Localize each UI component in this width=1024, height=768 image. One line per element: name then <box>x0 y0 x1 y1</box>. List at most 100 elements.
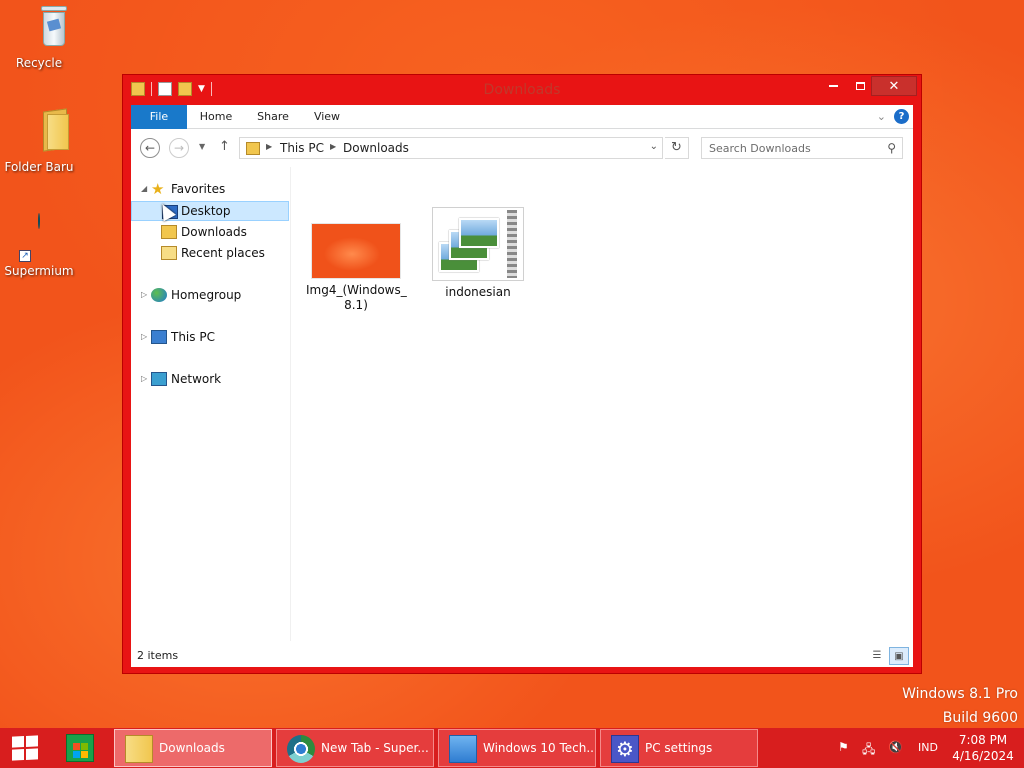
volume-muted-icon[interactable]: 🔇 <box>888 740 903 754</box>
large-icons-view-icon: ▣ <box>894 651 904 662</box>
tree-item-downloads[interactable]: Downloads <box>131 222 289 242</box>
recent-places-icon <box>161 246 177 260</box>
search-icon: ⚲ <box>887 141 896 155</box>
desktop-icon-folder-baru[interactable]: Folder Baru <box>1 108 77 174</box>
arrow-right-icon: → <box>173 141 185 155</box>
tree-item-desktop[interactable]: Desktop <box>131 201 289 221</box>
help-icon[interactable]: ? <box>894 109 909 124</box>
shortcut-arrow-icon: ↗ <box>19 250 31 262</box>
explorer-window: ▼ Downloads ✕ File Home Share View ⌄ ? ←… <box>122 74 922 674</box>
minimize-icon <box>828 84 838 87</box>
chevron-right-icon[interactable]: ▶ <box>330 142 336 151</box>
action-center-flag-icon[interactable]: ⚑ <box>838 740 849 754</box>
large-icons-view-button[interactable]: ▣ <box>889 647 909 665</box>
close-icon: ✕ <box>888 79 900 94</box>
taskbar-button-downloads[interactable]: Downloads <box>114 729 272 767</box>
taskbar-button-windows-10-tech[interactable]: Windows 10 Tech... <box>438 729 596 767</box>
forward-button[interactable]: → <box>169 138 189 158</box>
tab-view[interactable]: View <box>307 105 347 129</box>
tab-home[interactable]: Home <box>193 105 239 129</box>
desktop-icon-supermium[interactable]: ↗ Supermium <box>1 213 77 278</box>
desktop-icon-label: Supermium <box>4 264 74 278</box>
taskbar: Downloads New Tab - Super... Windows 10 … <box>0 728 1024 768</box>
window-title: Downloads <box>483 82 561 98</box>
item-count: 2 items <box>137 649 179 662</box>
store-icon <box>66 734 94 762</box>
file-name: indonesian <box>445 285 511 299</box>
explorer-body: File Home Share View ⌄ ? ← → ▼ ↑ ▶ This … <box>131 105 913 667</box>
refresh-icon: ↻ <box>671 140 682 155</box>
file-explorer-icon <box>125 735 153 763</box>
search-input[interactable] <box>702 138 872 158</box>
ribbon: File Home Share View ⌄ ? <box>131 105 913 129</box>
tab-file[interactable]: File <box>131 105 187 129</box>
navigation-bar: ← → ▼ ↑ ▶ This PC ▶ Downloads ⌄ ↻ ⚲ <box>131 129 913 165</box>
tree-item-this-pc[interactable]: ▷ This PC <box>131 327 289 347</box>
title-bar[interactable]: ▼ Downloads ✕ <box>123 75 921 105</box>
gear-icon: ⚙ <box>611 735 639 763</box>
star-icon: ★ <box>151 180 165 198</box>
status-bar: 2 items ☰ ▣ <box>131 645 913 667</box>
file-name: Img4_(Windows_ 8.1) <box>306 283 407 312</box>
minimize-button[interactable] <box>819 76 847 96</box>
arrow-left-icon: ← <box>144 141 156 155</box>
recycle-bin-icon <box>19 6 67 52</box>
details-view-icon: ☰ <box>872 650 882 661</box>
up-button[interactable]: ↑ <box>219 139 230 154</box>
collapse-arrow-icon[interactable]: ◢ <box>141 179 147 199</box>
windows-update-icon <box>449 735 477 763</box>
system-tray: ⚑ 🖧 🔇 IND 7:08 PM 4/16/2024 <box>834 728 1024 768</box>
os-version-watermark: Windows 8.1 Pro <box>902 686 1018 702</box>
desktop-icon-label: Recycle <box>15 56 63 70</box>
details-view-button[interactable]: ☰ <box>867 647 887 665</box>
taskbar-button-pc-settings[interactable]: ⚙ PC settings <box>600 729 758 767</box>
chevron-right-icon[interactable]: ▶ <box>266 142 272 151</box>
tree-item-network[interactable]: ▷ Network <box>131 369 289 389</box>
search-box[interactable]: ⚲ <box>701 137 903 159</box>
taskbar-button-supermium[interactable]: New Tab - Super... <box>276 729 434 767</box>
tab-share[interactable]: Share <box>251 105 295 129</box>
arrow-up-icon: ↑ <box>219 139 230 154</box>
tree-item-homegroup[interactable]: ▷ Homegroup <box>131 285 289 305</box>
close-button[interactable]: ✕ <box>871 76 917 96</box>
tree-item-recent-places[interactable]: Recent places <box>131 243 289 263</box>
file-list: Img4_(Windows_ 8.1) indonesian <box>293 167 913 641</box>
clock-time: 7:08 PM <box>958 733 1008 747</box>
clock-date: 4/16/2024 <box>952 749 1014 763</box>
maximize-button[interactable] <box>847 76 873 96</box>
network-icon <box>151 372 167 386</box>
downloads-icon <box>161 225 177 239</box>
zip-archive-icon <box>432 207 524 281</box>
breadcrumb-downloads[interactable]: Downloads <box>343 141 409 155</box>
expand-ribbon-icon[interactable]: ⌄ <box>877 110 886 123</box>
back-button[interactable]: ← <box>140 138 160 158</box>
desktop-icon-label: Folder Baru <box>4 160 74 174</box>
address-bar[interactable]: ▶ This PC ▶ Downloads ⌄ <box>239 137 663 159</box>
expand-arrow-icon[interactable]: ▷ <box>141 369 147 389</box>
windows-logo-icon <box>12 735 38 761</box>
supermium-icon: ↗ <box>19 213 59 262</box>
input-language[interactable]: IND <box>918 741 938 754</box>
navigation-pane: ◢ ★ Favorites Desktop Downloads Recent p… <box>131 167 291 641</box>
network-status-icon[interactable]: 🖧 <box>862 740 875 761</box>
computer-icon <box>151 330 167 344</box>
os-build-watermark: Build 9600 <box>942 710 1018 726</box>
homegroup-icon <box>151 288 167 302</box>
store-button[interactable] <box>58 730 102 766</box>
downloads-folder-icon <box>246 142 260 155</box>
file-item-img4[interactable]: Img4_(Windows_ 8.1) <box>306 223 407 313</box>
refresh-button[interactable]: ↻ <box>665 137 689 159</box>
supermium-icon <box>287 735 315 763</box>
clock[interactable]: 7:08 PM 4/16/2024 <box>946 732 1020 764</box>
expand-arrow-icon[interactable]: ▷ <box>141 285 147 305</box>
maximize-icon <box>855 81 865 90</box>
breadcrumb-this-pc[interactable]: This PC <box>280 141 324 155</box>
recent-locations-icon[interactable]: ▼ <box>199 142 205 151</box>
folder-icon <box>19 108 69 156</box>
chevron-down-icon[interactable]: ⌄ <box>650 141 658 152</box>
file-item-indonesian[interactable]: indonesian <box>428 207 528 300</box>
expand-arrow-icon[interactable]: ▷ <box>141 327 147 347</box>
desktop-icon-recycle-bin[interactable]: Recycle <box>1 6 77 70</box>
tree-item-favorites[interactable]: ◢ ★ Favorites <box>131 179 289 199</box>
start-button[interactable] <box>0 728 50 768</box>
